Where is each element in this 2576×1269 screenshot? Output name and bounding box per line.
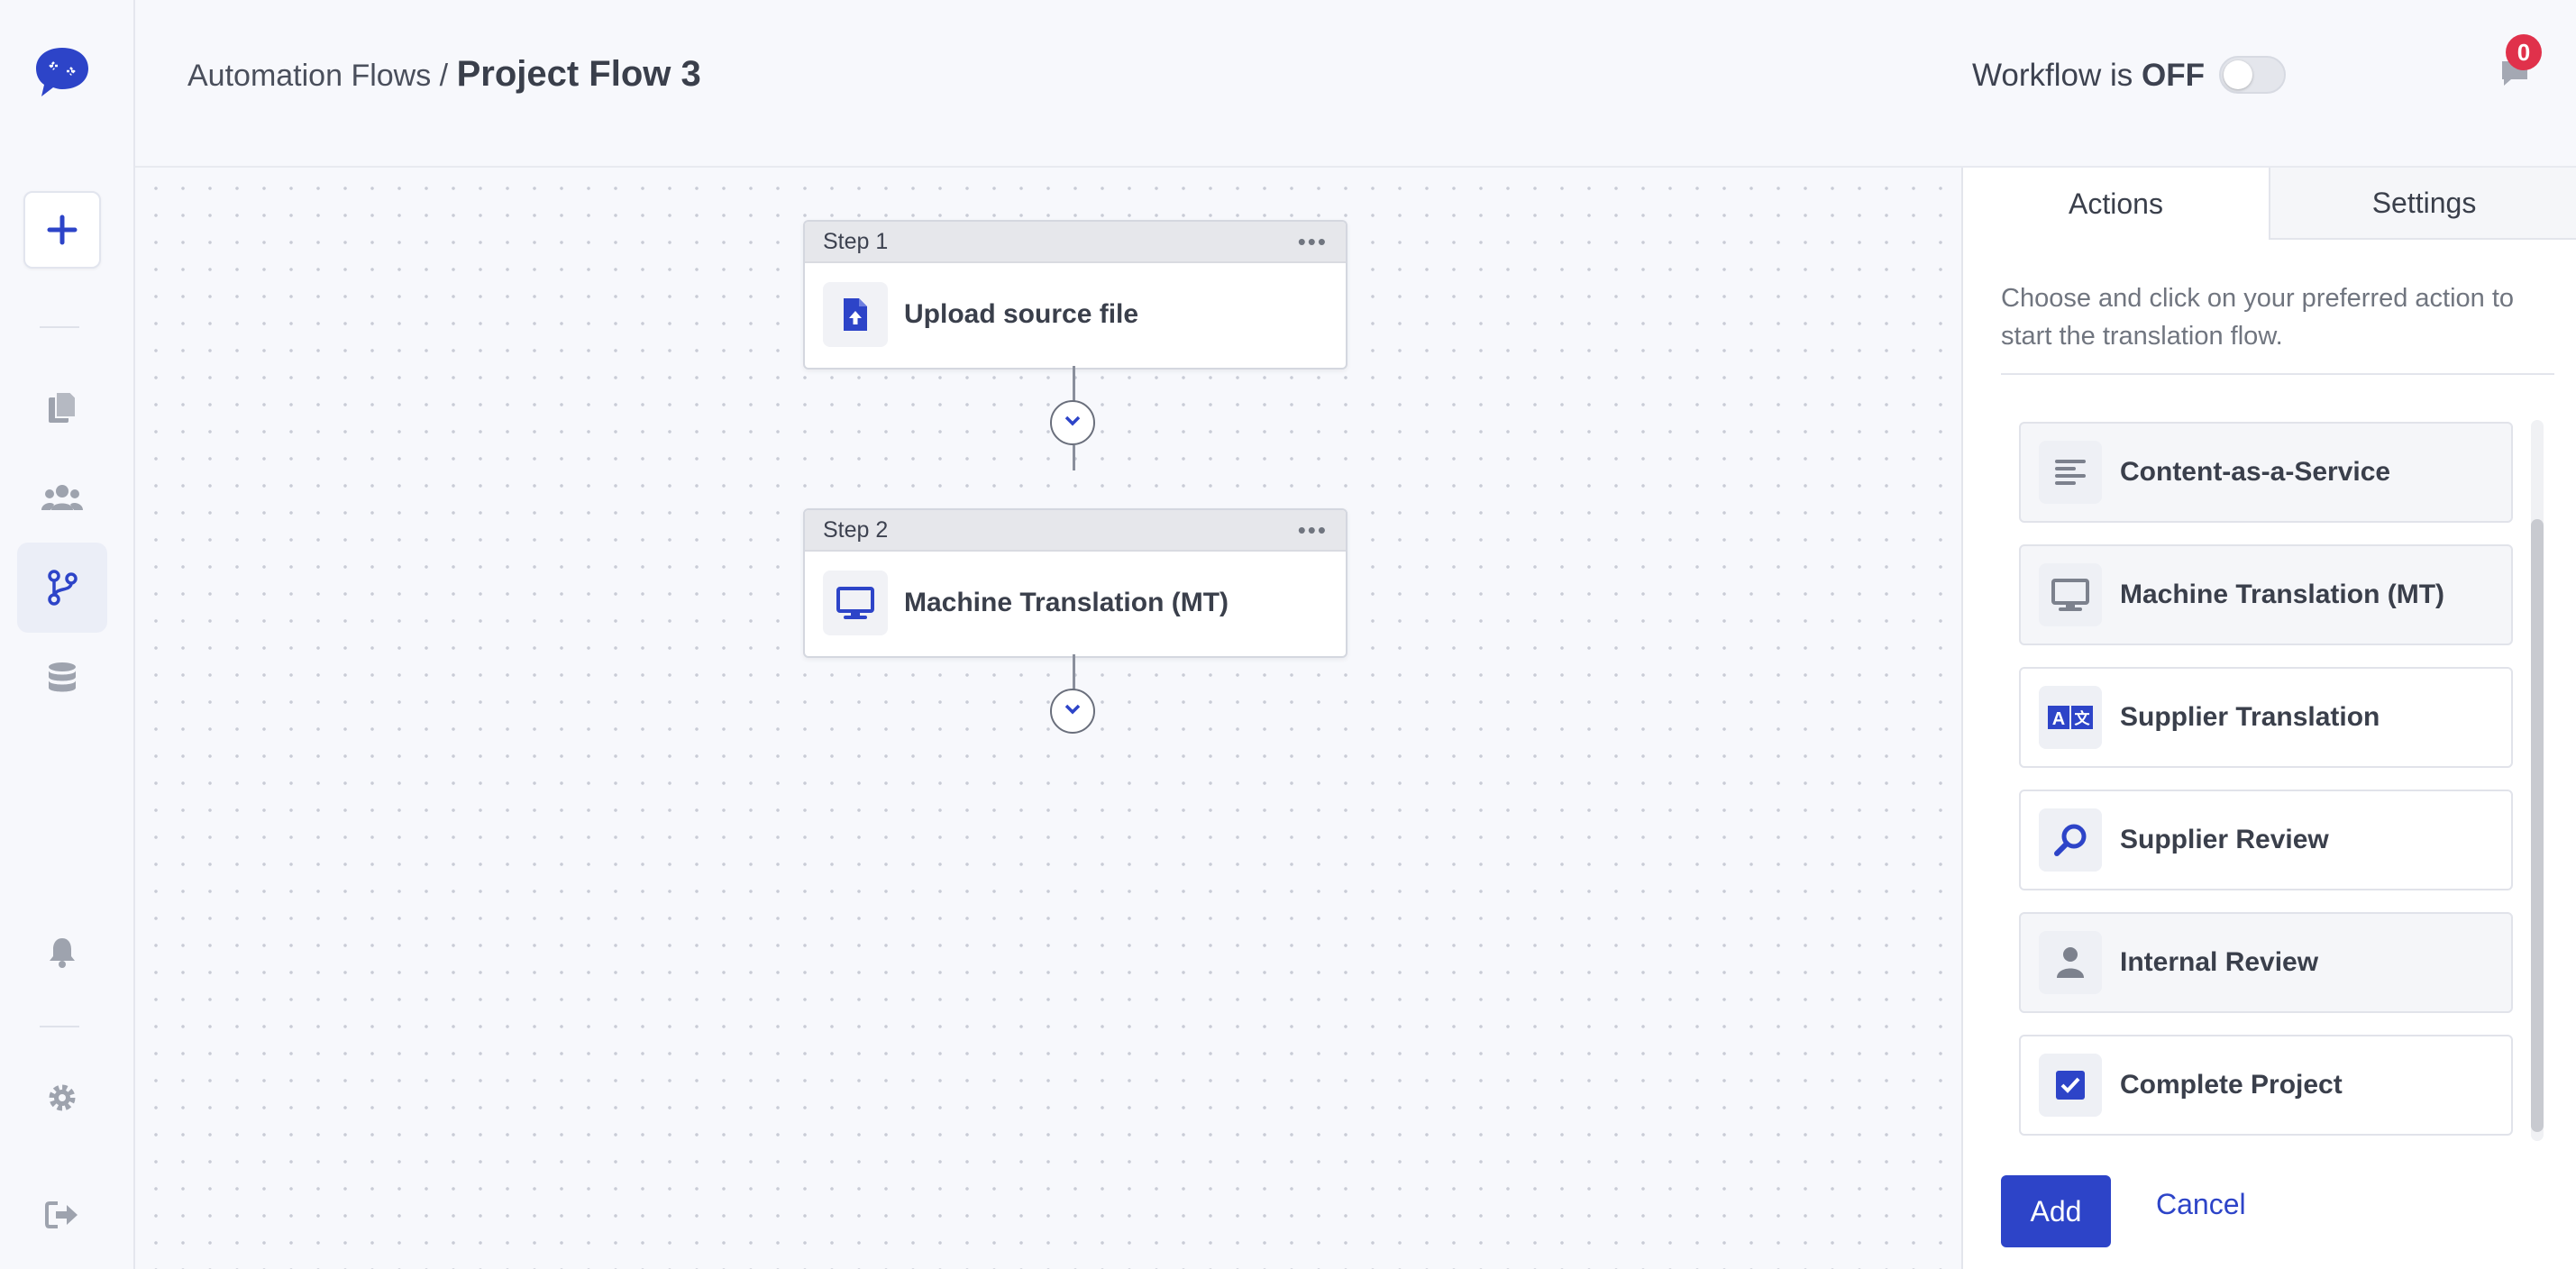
action-supplier-review[interactable]: Supplier Review xyxy=(2019,790,2513,890)
sidebar-item-notifications[interactable] xyxy=(17,907,107,997)
flow-canvas[interactable]: Step 1 ••• Upload source file Step 2 •••… xyxy=(135,168,1961,1269)
breadcrumb: Automation Flows / Project Flow 3 xyxy=(187,54,701,95)
action-label: Supplier Translation xyxy=(2120,702,2380,732)
monitor-icon xyxy=(2039,563,2102,626)
step-menu-icon[interactable]: ••• xyxy=(1298,518,1328,542)
page-title: Project Flow 3 xyxy=(456,54,701,94)
magnifier-icon xyxy=(2039,808,2102,872)
upload-file-icon xyxy=(823,282,888,347)
plus-icon xyxy=(47,215,78,245)
scrollbar-thumb[interactable] xyxy=(2531,519,2544,1132)
connector-line xyxy=(1073,366,1075,402)
chevron-down-icon xyxy=(1064,703,1082,720)
workflow-status-label: Workflow is xyxy=(1972,58,2133,93)
step-menu-icon[interactable]: ••• xyxy=(1298,230,1328,253)
translate-icon: A文 xyxy=(2039,686,2102,749)
documents-icon xyxy=(47,390,78,425)
sidebar-divider xyxy=(40,326,79,328)
sidebar-item-documents[interactable] xyxy=(17,362,107,452)
breadcrumb-parent[interactable]: Automation Flows / xyxy=(187,59,448,93)
action-label: Complete Project xyxy=(2120,1070,2343,1100)
sidebar xyxy=(0,0,135,1269)
action-content-as-a-service[interactable]: Content-as-a-Service xyxy=(2019,422,2513,523)
step-header: Step 2 ••• xyxy=(805,510,1346,552)
monitor-icon xyxy=(823,571,888,635)
action-supplier-translation[interactable]: A文 Supplier Translation xyxy=(2019,667,2513,768)
svg-text:A: A xyxy=(2052,709,2065,729)
step-label: Step 1 xyxy=(823,228,889,254)
top-header: Automation Flows / Project Flow 3 Workfl… xyxy=(135,0,2576,168)
panel-tabs: Actions Settings xyxy=(1963,168,2576,240)
workflow-branch-icon xyxy=(47,570,78,606)
step-header: Step 1 ••• xyxy=(805,222,1346,263)
person-icon xyxy=(2039,931,2102,994)
action-label: Supplier Review xyxy=(2120,825,2329,854)
flow-step-2[interactable]: Step 2 ••• Machine Translation (MT) xyxy=(803,508,1347,658)
new-flow-button[interactable] xyxy=(23,191,101,269)
logout-icon xyxy=(45,1201,79,1229)
panel-description: Choose and click on your preferred actio… xyxy=(2001,284,2515,351)
app-logo[interactable] xyxy=(17,27,107,117)
notification-badge: 0 xyxy=(2506,34,2542,70)
chevron-down-icon xyxy=(1064,415,1082,432)
add-button[interactable]: Add xyxy=(2001,1175,2111,1247)
action-complete-project[interactable]: Complete Project xyxy=(2019,1035,2513,1136)
gear-icon xyxy=(46,1082,78,1114)
actions-scrollbar[interactable] xyxy=(2531,420,2544,1141)
step-title: Upload source file xyxy=(904,299,1139,329)
step-label: Step 2 xyxy=(823,516,889,543)
flow-step-1[interactable]: Step 1 ••• Upload source file xyxy=(803,220,1347,370)
sidebar-divider xyxy=(40,1026,79,1027)
workflow-toggle[interactable] xyxy=(2219,56,2286,94)
tab-settings[interactable]: Settings xyxy=(2270,168,2576,240)
tab-actions[interactable]: Actions xyxy=(1963,168,2270,240)
panel-divider xyxy=(2001,373,2554,375)
sidebar-item-users[interactable] xyxy=(17,452,107,543)
sidebar-item-settings[interactable] xyxy=(17,1053,107,1143)
database-icon xyxy=(47,661,78,695)
action-machine-translation[interactable]: Machine Translation (MT) xyxy=(2019,544,2513,645)
logo-chat-icon xyxy=(32,44,92,100)
action-label: Content-as-a-Service xyxy=(2120,457,2391,487)
connector-line xyxy=(1073,445,1075,470)
action-label: Internal Review xyxy=(2120,947,2319,977)
workflow-status: Workflow is OFF xyxy=(1972,58,2205,94)
toggle-knob xyxy=(2224,60,2252,89)
actions-panel: Actions Settings Choose and click on you… xyxy=(1961,168,2576,1269)
action-label: Machine Translation (MT) xyxy=(2120,580,2445,609)
bell-icon xyxy=(48,936,77,968)
svg-text:文: 文 xyxy=(2075,709,2091,728)
sidebar-item-logout[interactable] xyxy=(17,1170,107,1260)
action-internal-review[interactable]: Internal Review xyxy=(2019,912,2513,1013)
cancel-button[interactable]: Cancel xyxy=(2156,1188,2246,1221)
sidebar-item-database[interactable] xyxy=(17,633,107,723)
users-icon xyxy=(41,483,83,512)
connector-line xyxy=(1073,654,1075,690)
text-lines-icon xyxy=(2039,441,2102,504)
sidebar-item-workflows[interactable] xyxy=(17,543,107,633)
expand-step-button[interactable] xyxy=(1050,689,1095,734)
checkbox-icon xyxy=(2039,1054,2102,1117)
step-title: Machine Translation (MT) xyxy=(904,588,1229,617)
workflow-status-value: OFF xyxy=(2142,58,2205,93)
expand-step-button[interactable] xyxy=(1050,400,1095,445)
